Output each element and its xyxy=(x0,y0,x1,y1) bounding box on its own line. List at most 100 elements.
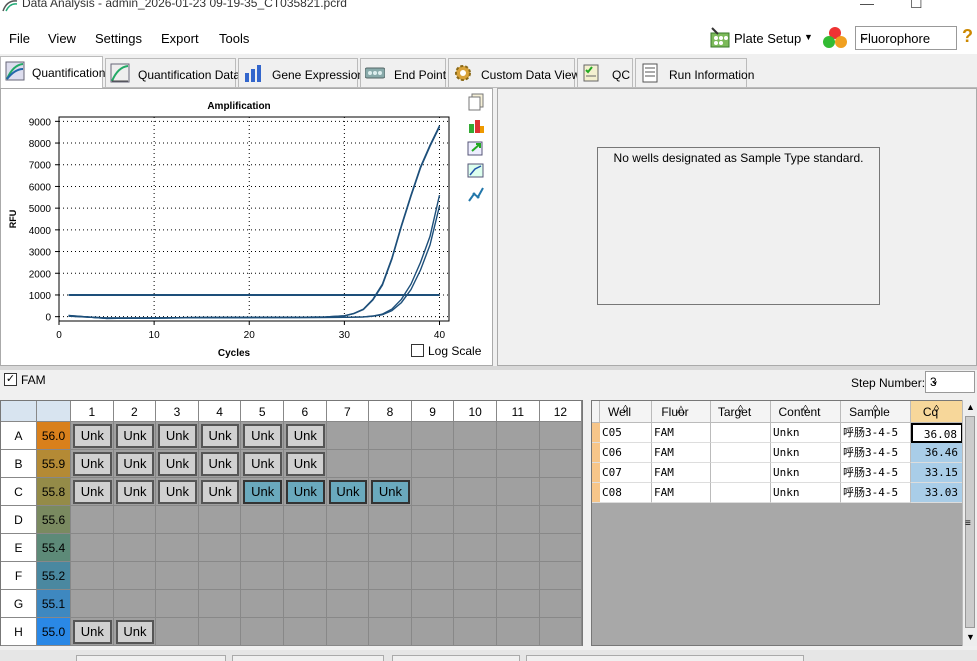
menu-file[interactable]: File xyxy=(9,31,30,46)
plate-well[interactable] xyxy=(454,590,497,618)
plate-well[interactable] xyxy=(411,534,455,562)
table-cell-well[interactable]: C07 xyxy=(600,463,652,483)
plate-well[interactable] xyxy=(411,590,455,618)
row-selector[interactable] xyxy=(592,443,600,463)
sort-icon[interactable]: ◊ xyxy=(600,404,651,415)
well-unknown[interactable]: Unk xyxy=(243,424,282,448)
copy-icon[interactable] xyxy=(467,93,485,111)
table-cell-well[interactable]: C06 xyxy=(600,443,652,463)
plate-row-header[interactable]: E xyxy=(1,534,37,562)
tab-qc[interactable]: QC xyxy=(577,58,633,87)
plate-well[interactable] xyxy=(454,534,497,562)
plate-row-header[interactable]: A xyxy=(1,422,37,450)
tab-quantification[interactable]: Quantification xyxy=(0,56,105,88)
well-unknown[interactable]: Unk xyxy=(115,620,155,644)
bottom-tab[interactable] xyxy=(76,655,226,661)
plate-column-header[interactable]: 4 xyxy=(198,401,242,422)
well-unknown[interactable]: Unk xyxy=(328,480,368,504)
row-selector[interactable] xyxy=(592,423,600,443)
row-selector[interactable] xyxy=(592,463,600,483)
plate-column-header[interactable]: 11 xyxy=(497,401,540,422)
plate-well[interactable] xyxy=(411,450,455,478)
plate-row-header[interactable]: F xyxy=(1,562,37,590)
plate-well[interactable] xyxy=(454,450,497,478)
table-cell-sample[interactable]: 呼肠3-4-5 xyxy=(841,463,911,483)
plate-well[interactable] xyxy=(284,618,327,646)
plate-well[interactable] xyxy=(497,450,540,478)
amplification-chart[interactable]: 0 1000 2000 3000 4000 5000 6000 7000 8000 9000 0 10… xyxy=(1,89,461,365)
plate-well[interactable] xyxy=(497,422,540,450)
plate-well[interactable] xyxy=(454,478,497,506)
plate-well[interactable] xyxy=(539,478,583,506)
table-cell-fluor[interactable]: FAM xyxy=(652,443,711,463)
plate-column-header[interactable]: 10 xyxy=(454,401,497,422)
table-cell-well[interactable]: C05 xyxy=(600,423,652,443)
well-unknown[interactable]: Unk xyxy=(73,620,112,644)
scroll-up-icon[interactable]: ▲ xyxy=(966,402,975,412)
well-unknown[interactable]: Unk xyxy=(200,452,240,476)
plate-well[interactable] xyxy=(497,534,540,562)
plate-well[interactable] xyxy=(284,534,327,562)
plate-well[interactable] xyxy=(411,422,455,450)
well-unknown[interactable]: Unk xyxy=(371,480,410,504)
well-unknown[interactable]: Unk xyxy=(243,452,282,476)
menu-view[interactable]: View xyxy=(48,31,76,46)
plate-well[interactable] xyxy=(326,618,370,646)
table-cell-target[interactable] xyxy=(711,443,771,463)
sort-icon[interactable]: ◊ xyxy=(711,404,770,415)
well-unknown[interactable]: Unk xyxy=(115,480,155,504)
sort-icon[interactable]: ◊ xyxy=(911,404,962,415)
well-unknown[interactable]: Unk xyxy=(158,480,197,504)
step-number-select[interactable]: 3 ⌄ xyxy=(925,371,975,393)
plate-well[interactable] xyxy=(326,422,370,450)
plate-row-header[interactable]: G xyxy=(1,590,37,618)
plate-well[interactable] xyxy=(369,618,412,646)
plate-well[interactable] xyxy=(198,618,242,646)
table-cell-content[interactable]: Unkn xyxy=(771,463,841,483)
plate-well[interactable] xyxy=(113,506,157,534)
table-cell-content[interactable]: Unkn xyxy=(771,443,841,463)
plate-well[interactable] xyxy=(369,562,412,590)
maximize-button[interactable]: ☐ xyxy=(910,0,923,12)
plate-well[interactable] xyxy=(326,562,370,590)
plate-well[interactable] xyxy=(241,506,284,534)
plate-well[interactable] xyxy=(539,450,583,478)
plate-well[interactable] xyxy=(156,590,199,618)
table-cell-content[interactable]: Unkn xyxy=(771,483,841,503)
plate-well[interactable] xyxy=(241,562,284,590)
plate-well[interactable] xyxy=(497,478,540,506)
plate-column-header[interactable]: 3 xyxy=(156,401,199,422)
column-header-fluor[interactable]: Fluor △ xyxy=(652,401,711,423)
zoom-chart-icon[interactable] xyxy=(467,162,485,180)
plate-row-header[interactable]: D xyxy=(1,506,37,534)
table-cell-sample[interactable]: 呼肠3-4-5 xyxy=(841,483,911,503)
plate-well[interactable] xyxy=(326,506,370,534)
plate-corner[interactable] xyxy=(1,401,37,422)
menu-settings[interactable]: Settings xyxy=(95,31,142,46)
plate-well[interactable] xyxy=(284,590,327,618)
plate-well[interactable] xyxy=(198,534,242,562)
plate-column-header[interactable]: 7 xyxy=(326,401,370,422)
plate-well[interactable] xyxy=(241,534,284,562)
plate-well[interactable] xyxy=(454,422,497,450)
plate-well[interactable] xyxy=(284,562,327,590)
plate-well[interactable] xyxy=(411,506,455,534)
plate-well[interactable] xyxy=(198,562,242,590)
plate-column-header[interactable]: 9 xyxy=(411,401,455,422)
plate-row-header[interactable]: B xyxy=(1,450,37,478)
row-selector[interactable] xyxy=(592,483,600,503)
table-cell-cq[interactable]: 33.15 xyxy=(911,463,963,483)
plate-well[interactable] xyxy=(326,450,370,478)
plate-well[interactable] xyxy=(454,562,497,590)
scroll-down-icon[interactable]: ▼ xyxy=(966,632,975,642)
well-unknown[interactable]: Unk xyxy=(115,424,155,448)
plate-well[interactable] xyxy=(369,450,412,478)
chart-settings-icon[interactable] xyxy=(467,116,485,134)
table-cell-well[interactable]: C08 xyxy=(600,483,652,503)
plate-column-header[interactable]: 2 xyxy=(113,401,157,422)
plate-well[interactable] xyxy=(71,590,114,618)
sort-icon[interactable]: ◊ xyxy=(771,404,840,415)
plate-well[interactable] xyxy=(369,590,412,618)
column-header-content[interactable]: Content ◊ xyxy=(771,401,841,423)
table-cell-sample[interactable]: 呼肠3-4-5 xyxy=(841,443,911,463)
